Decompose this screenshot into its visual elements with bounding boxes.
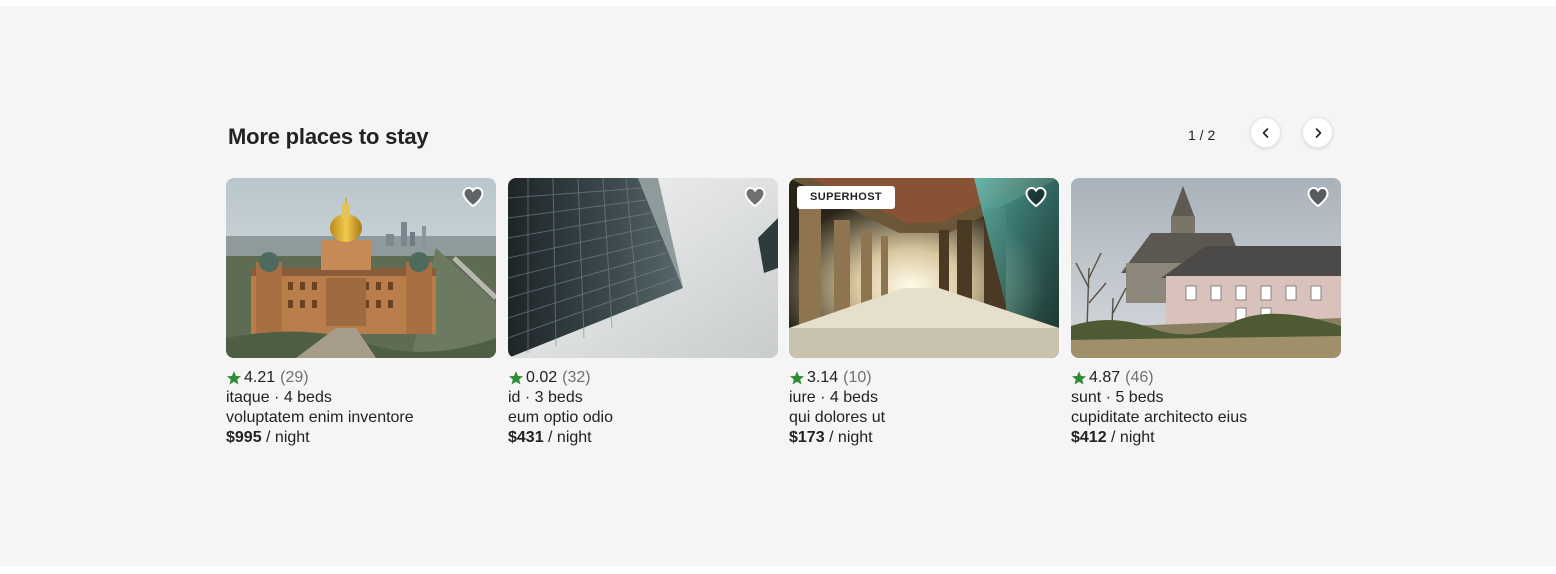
skyscraper-photo xyxy=(508,178,778,358)
page-background: More places to stay 1 / 2 4.21 (29) itaq… xyxy=(0,6,1556,566)
section-title: More places to stay xyxy=(228,124,429,149)
listing-name: qui dolores ut xyxy=(789,409,886,426)
previous-page-button[interactable] xyxy=(1250,117,1281,148)
page-indicator: 1 / 2 xyxy=(1188,127,1216,143)
listing-cards: 4.21 (29) itaque · 4 beds voluptatem eni… xyxy=(226,178,1342,458)
favorite-heart-icon[interactable] xyxy=(743,185,767,209)
price-suffix: / night xyxy=(543,429,592,446)
listing-photo[interactable] xyxy=(226,178,496,358)
chevron-right-icon xyxy=(1315,127,1321,138)
section-header: More places to stay 1 / 2 xyxy=(226,110,1342,160)
listing-type-beds: iure · 4 beds xyxy=(789,389,878,406)
capitol-building-photo xyxy=(226,178,496,358)
price-amount: $431 xyxy=(508,429,544,446)
listing-type-beds: sunt · 5 beds xyxy=(1071,389,1164,406)
listing-info: 3.14 (10) iure · 4 beds qui dolores ut $… xyxy=(789,368,1059,448)
star-icon xyxy=(789,370,805,386)
rating-value: 4.87 xyxy=(1089,369,1121,386)
listing-photo[interactable] xyxy=(508,178,778,358)
listing-card[interactable]: 4.21 (29) itaque · 4 beds voluptatem eni… xyxy=(226,178,496,448)
listing-card[interactable]: 0.02 (32) id · 3 beds eum optio odio $43… xyxy=(508,178,778,448)
rating-line: 3.14 (10) xyxy=(789,368,1059,388)
listing-info: 4.21 (29) itaque · 4 beds voluptatem eni… xyxy=(226,368,496,448)
review-count: (46) xyxy=(1125,369,1154,386)
price-amount: $412 xyxy=(1071,429,1107,446)
rating-line: 0.02 (32) xyxy=(508,368,778,388)
church-and-house-photo xyxy=(1071,178,1341,358)
price-suffix: / night xyxy=(261,429,310,446)
price-suffix: / night xyxy=(1106,429,1155,446)
price-line: $995 / night xyxy=(226,428,496,448)
chevron-left-icon xyxy=(1262,127,1268,138)
star-icon xyxy=(1071,370,1087,386)
listing-type-beds: id · 3 beds xyxy=(508,389,583,406)
listing-card[interactable]: 4.87 (46) sunt · 5 beds cupiditate archi… xyxy=(1071,178,1341,448)
listing-type-beds: itaque · 4 beds xyxy=(226,389,332,406)
more-places-section: More places to stay 1 / 2 4.21 (29) itaq… xyxy=(226,110,1342,446)
price-amount: $995 xyxy=(226,429,262,446)
price-suffix: / night xyxy=(824,429,873,446)
star-icon xyxy=(226,370,242,386)
listing-card[interactable]: SUPERHOST 3.14 (10) iure · 4 beds qui do… xyxy=(789,178,1059,448)
favorite-heart-icon[interactable] xyxy=(461,185,485,209)
rating-value: 4.21 xyxy=(244,369,276,386)
review-count: (29) xyxy=(280,369,309,386)
listing-name: cupiditate architecto eius xyxy=(1071,409,1248,426)
listing-photo[interactable]: SUPERHOST xyxy=(789,178,1059,358)
listing-photo[interactable] xyxy=(1071,178,1341,358)
price-amount: $173 xyxy=(789,429,825,446)
price-line: $412 / night xyxy=(1071,428,1341,448)
next-page-button[interactable] xyxy=(1302,117,1333,148)
listing-info: 4.87 (46) sunt · 5 beds cupiditate archi… xyxy=(1071,368,1341,448)
listing-name: voluptatem enim inventore xyxy=(226,409,414,426)
rating-line: 4.87 (46) xyxy=(1071,368,1341,388)
favorite-heart-icon[interactable] xyxy=(1306,185,1330,209)
rating-value: 0.02 xyxy=(526,369,558,386)
review-count: (32) xyxy=(562,369,591,386)
favorite-heart-icon[interactable] xyxy=(1024,185,1048,209)
listing-info: 0.02 (32) id · 3 beds eum optio odio $43… xyxy=(508,368,778,448)
rating-line: 4.21 (29) xyxy=(226,368,496,388)
review-count: (10) xyxy=(843,369,872,386)
price-line: $173 / night xyxy=(789,428,1059,448)
superhost-badge: SUPERHOST xyxy=(797,186,896,209)
price-line: $431 / night xyxy=(508,428,778,448)
star-icon xyxy=(508,370,524,386)
rating-value: 3.14 xyxy=(807,369,839,386)
listing-name: eum optio odio xyxy=(508,409,613,426)
